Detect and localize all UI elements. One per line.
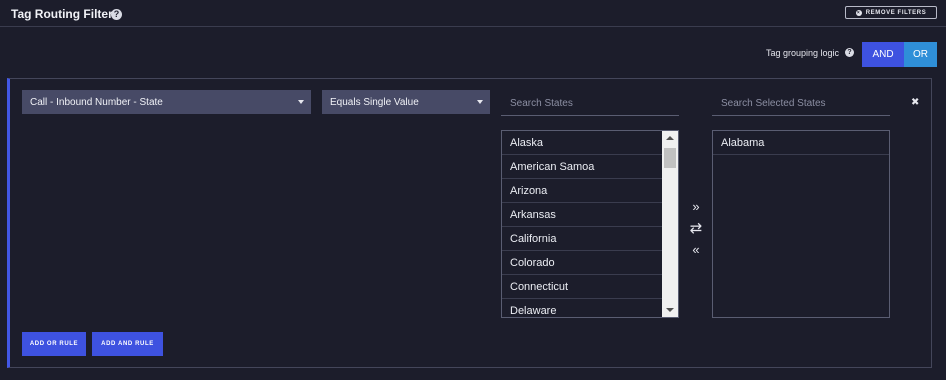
chevron-down-icon (477, 100, 483, 104)
remove-filters-button[interactable]: × REMOVE FILTERS (845, 6, 937, 19)
page-header: Tag Routing Filters ? × REMOVE FILTERS (0, 0, 946, 27)
operator-select[interactable]: Equals Single Value (322, 90, 490, 114)
scroll-up-icon[interactable] (666, 136, 674, 140)
search-states-input[interactable] (501, 92, 679, 116)
add-or-rule-button[interactable]: ADD OR RULE (22, 332, 86, 356)
list-item[interactable]: Alabama (713, 131, 889, 155)
close-icon[interactable]: ✖ (911, 97, 919, 108)
available-states-list[interactable]: Alaska American Samoa Arizona Arkansas C… (501, 130, 679, 318)
list-item[interactable]: Colorado (502, 251, 662, 275)
list-item[interactable]: Connecticut (502, 275, 662, 299)
tag-grouping-logic-label: Tag grouping logic (766, 48, 840, 58)
remove-icon: × (855, 9, 862, 16)
list-item[interactable]: Alaska (502, 131, 662, 155)
scroll-down-icon[interactable] (666, 308, 674, 312)
list-item[interactable]: Delaware (502, 299, 662, 317)
field-select-value: Call - Inbound Number - State (30, 96, 163, 108)
remove-filters-label: REMOVE FILTERS (865, 9, 927, 16)
swap-icon[interactable]: ⇄ (688, 219, 704, 237)
logic-and-button[interactable]: AND (862, 42, 904, 67)
scroll-thumb[interactable] (664, 148, 676, 168)
chevron-down-icon (298, 100, 304, 104)
list-item[interactable]: Arizona (502, 179, 662, 203)
logic-help-icon[interactable]: ? (845, 48, 854, 57)
list-item[interactable]: California (502, 227, 662, 251)
search-selected-states-input[interactable] (712, 92, 890, 116)
help-icon[interactable]: ? (111, 9, 122, 20)
page-title: Tag Routing Filters (11, 7, 120, 21)
move-left-icon[interactable]: « (688, 242, 704, 257)
list-item[interactable]: American Samoa (502, 155, 662, 179)
field-select[interactable]: Call - Inbound Number - State (22, 90, 311, 114)
logic-toggle-group: AND OR (862, 42, 937, 67)
list-item[interactable]: Arkansas (502, 203, 662, 227)
operator-select-value: Equals Single Value (330, 96, 419, 108)
selected-states-list[interactable]: Alabama (712, 130, 890, 318)
logic-or-button[interactable]: OR (904, 42, 937, 67)
move-right-icon[interactable]: » (688, 199, 704, 214)
scrollbar[interactable] (662, 131, 678, 317)
add-and-rule-button[interactable]: ADD AND RULE (92, 332, 163, 356)
